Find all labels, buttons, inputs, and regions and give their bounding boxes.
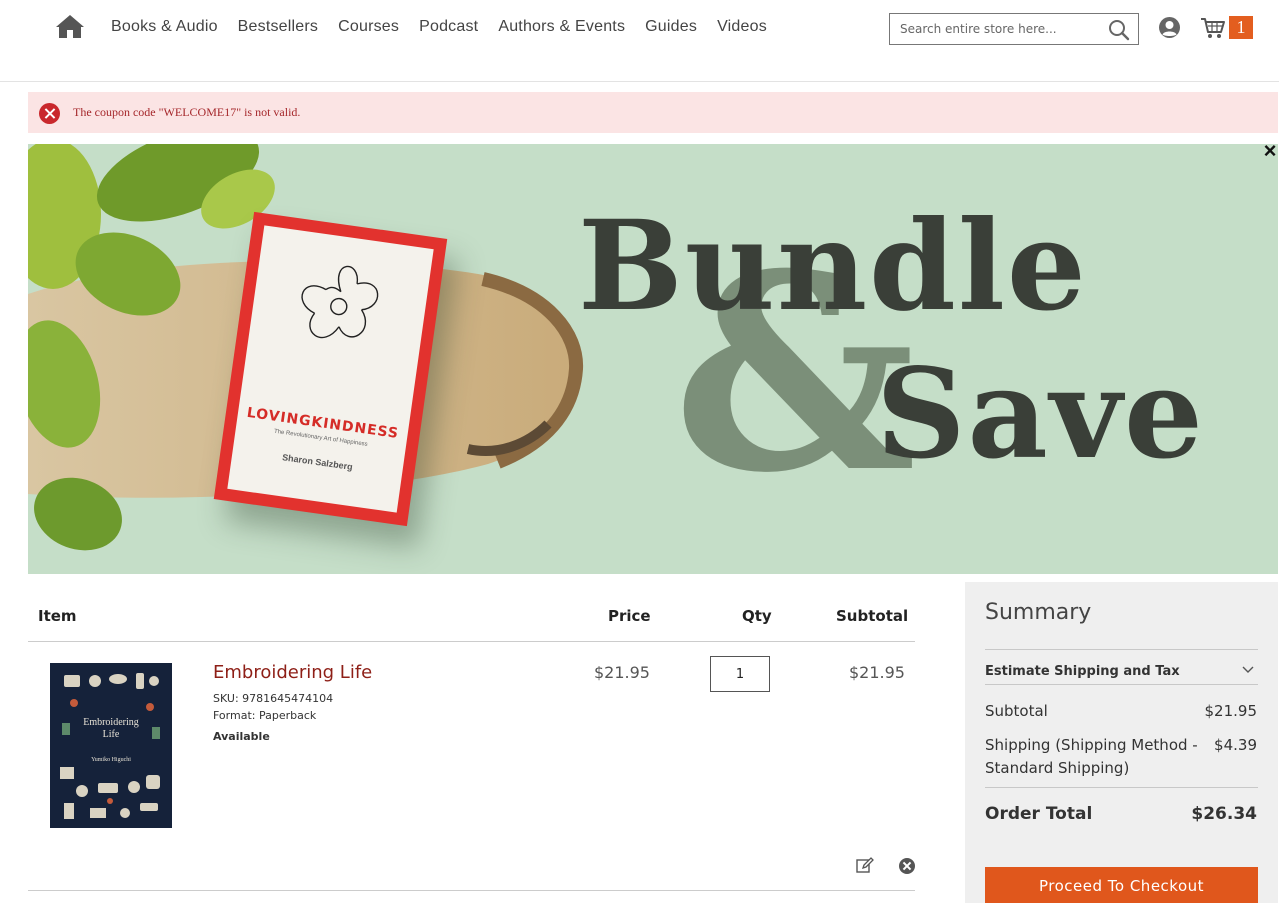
- featured-book-author: Sharon Salzberg: [281, 452, 354, 472]
- remove-item-icon[interactable]: [899, 858, 915, 874]
- product-name-link[interactable]: Embroidering Life: [213, 662, 372, 683]
- featured-book: LOVINGKINDNESS The Revolutionary Art of …: [213, 211, 448, 527]
- column-subtotal: Subtotal: [836, 607, 909, 625]
- row-divider: [28, 890, 915, 891]
- column-price: Price: [608, 607, 651, 625]
- shipping-value: $4.39: [1214, 736, 1257, 754]
- product-image[interactable]: Embroidering Life Yumiko Higuchi: [50, 663, 172, 828]
- product-availability: Available: [213, 730, 270, 743]
- error-message-text: The coupon code "WELCOME17" is not valid…: [73, 105, 301, 119]
- search-icon[interactable]: [1108, 19, 1130, 41]
- nav-courses[interactable]: Courses: [338, 18, 399, 36]
- product-format: Format: Paperback: [213, 709, 317, 722]
- order-summary: Summary Estimate Shipping and Tax Subtot…: [965, 582, 1278, 903]
- order-total-value: $26.34: [1191, 804, 1257, 824]
- product-subtotal: $21.95: [849, 663, 905, 682]
- estimate-shipping-toggle[interactable]: Estimate Shipping and Tax: [985, 664, 1258, 684]
- cart-count-badge[interactable]: 1: [1229, 16, 1253, 39]
- svg-text:Life: Life: [103, 729, 120, 740]
- summary-divider: [985, 684, 1258, 685]
- chevron-down-icon: [1242, 666, 1254, 673]
- qty-input[interactable]: [710, 656, 770, 692]
- subtotal-label: Subtotal: [985, 702, 1048, 720]
- estimate-shipping-label: Estimate Shipping and Tax: [985, 664, 1180, 679]
- product-sku: SKU: 9781645474104: [213, 692, 334, 705]
- order-total-label: Order Total: [985, 804, 1093, 824]
- svg-text:Embroidering: Embroidering: [83, 717, 139, 728]
- shipping-label: Shipping (Shipping Method - Standard Shi…: [985, 736, 1198, 777]
- nav-authors-events[interactable]: Authors & Events: [498, 18, 625, 36]
- banner-headline-bundle: Bundle: [578, 194, 1088, 339]
- edit-icon[interactable]: [856, 857, 874, 874]
- nav-guides[interactable]: Guides: [645, 18, 697, 36]
- cart-table-header: Item Price Qty Subtotal: [28, 598, 915, 642]
- main-nav: Books & Audio Bestsellers Courses Podcas…: [111, 18, 787, 36]
- error-icon: [39, 103, 60, 124]
- column-qty: Qty: [742, 607, 772, 625]
- summary-title: Summary: [985, 600, 1092, 625]
- close-icon[interactable]: ×: [1262, 140, 1278, 162]
- promo-banner[interactable]: LOVINGKINDNESS The Revolutionary Art of …: [28, 144, 1278, 574]
- user-account-icon[interactable]: [1158, 16, 1181, 39]
- svg-text:Yumiko Higuchi: Yumiko Higuchi: [91, 757, 131, 763]
- home-icon[interactable]: [55, 13, 85, 39]
- summary-divider: [985, 787, 1258, 788]
- search-box: [889, 13, 1139, 45]
- featured-book-cover: LOVINGKINDNESS The Revolutionary Art of …: [227, 225, 434, 513]
- nav-books-audio[interactable]: Books & Audio: [111, 18, 218, 36]
- error-message: The coupon code "WELCOME17" is not valid…: [28, 92, 1278, 133]
- shopping-cart-icon[interactable]: [1200, 17, 1226, 39]
- book-cover-art: Embroidering Life Yumiko Higuchi: [50, 663, 172, 828]
- nav-videos[interactable]: Videos: [717, 18, 767, 36]
- banner-headline-save: Save: [876, 342, 1205, 487]
- nav-podcast[interactable]: Podcast: [419, 18, 478, 36]
- flower-logo-icon: [301, 265, 379, 339]
- product-price: $21.95: [594, 663, 650, 682]
- subtotal-value: $21.95: [1204, 702, 1258, 720]
- search-input[interactable]: [890, 14, 1108, 44]
- proceed-to-checkout-button[interactable]: Proceed To Checkout: [985, 867, 1258, 903]
- summary-divider: [985, 649, 1258, 650]
- site-header: Books & Audio Bestsellers Courses Podcas…: [0, 0, 1279, 82]
- nav-bestsellers[interactable]: Bestsellers: [238, 18, 318, 36]
- column-item: Item: [38, 607, 77, 625]
